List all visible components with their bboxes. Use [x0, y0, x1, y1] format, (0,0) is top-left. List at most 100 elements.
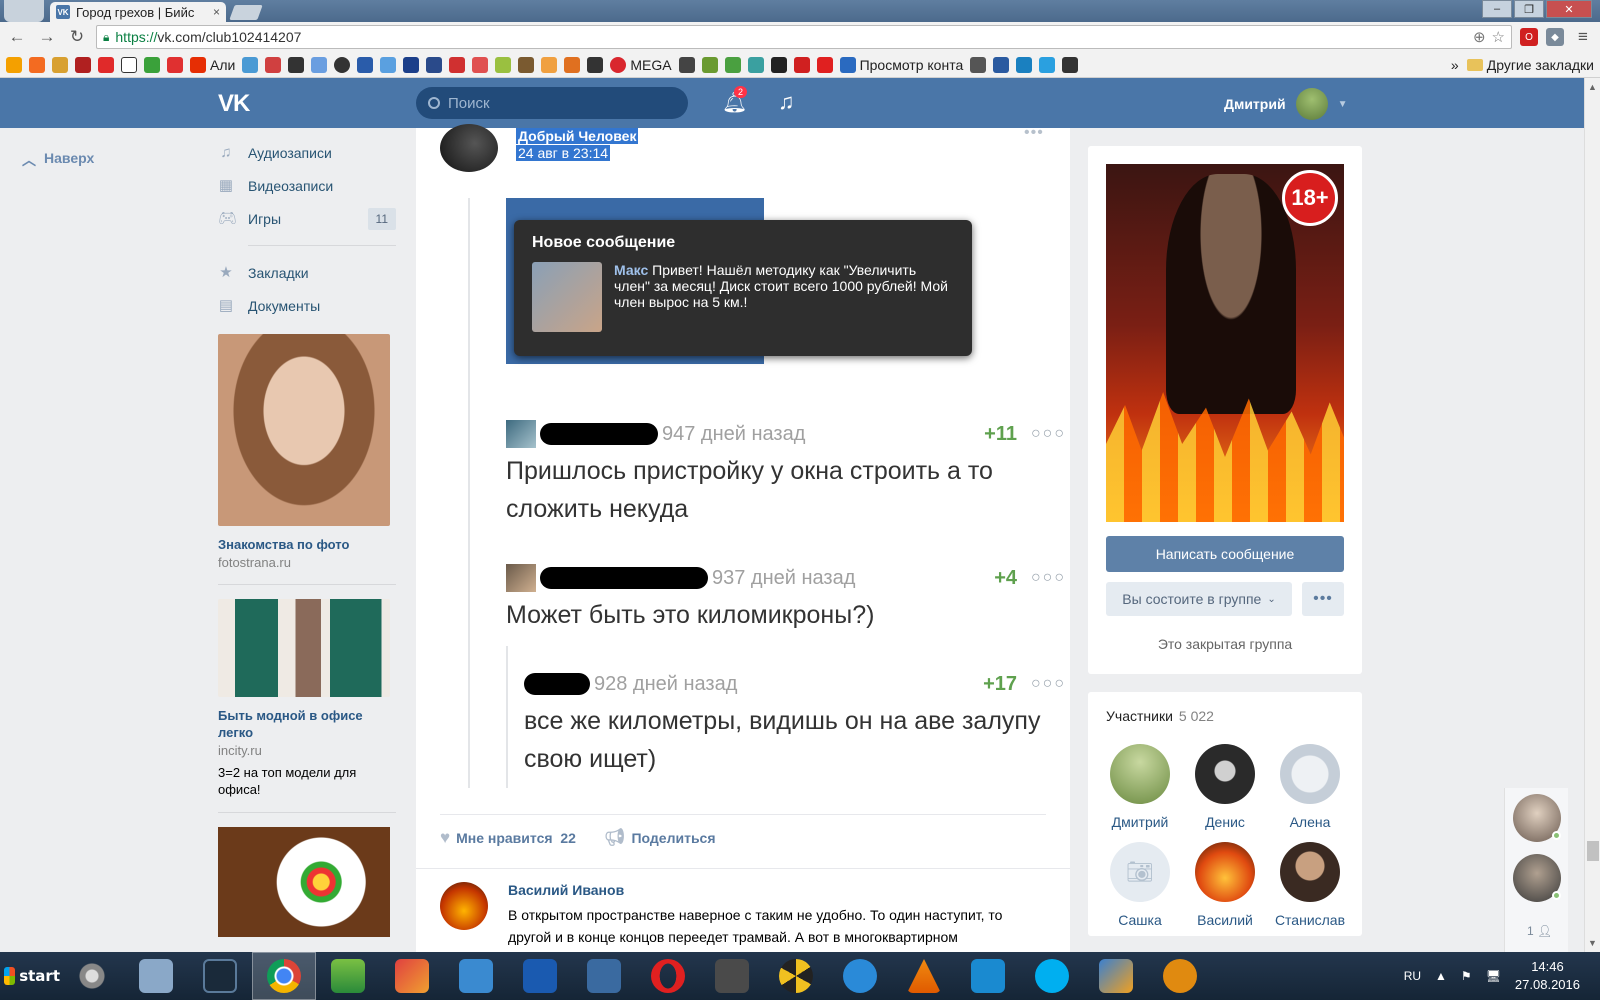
bookmark-icon[interactable] — [1016, 56, 1033, 73]
bookmark-star-icon[interactable]: ☆ — [1492, 28, 1505, 46]
language-indicator[interactable]: RU — [1404, 969, 1421, 983]
start-button[interactable]: start — [0, 956, 60, 996]
sidebar-item-video[interactable]: ▦ Видеозаписи — [218, 169, 396, 202]
taskbar-app[interactable] — [636, 952, 700, 1000]
taskbar-app[interactable] — [60, 952, 124, 1000]
bookmark-icon[interactable] — [357, 56, 374, 73]
taskbar-app[interactable] — [380, 952, 444, 1000]
bookmark-icon[interactable] — [167, 56, 183, 73]
bookmark-ali[interactable]: Али — [190, 56, 235, 73]
clock[interactable]: 14:46 27.08.2016 — [1515, 958, 1580, 994]
ad-image[interactable] — [218, 599, 390, 697]
bookmark-icon[interactable] — [541, 56, 558, 73]
chat-contact[interactable] — [1513, 794, 1561, 842]
share-button[interactable]: 📢︎ Поделиться — [604, 828, 716, 848]
ad-block[interactable]: Знакомства по фото fotostrana.ru — [218, 334, 396, 570]
maximize-button[interactable]: ❐ — [1514, 0, 1544, 18]
bookmark-icon[interactable] — [770, 56, 787, 73]
write-message-button[interactable]: Написать сообщение — [1106, 536, 1344, 572]
taskbar-app[interactable] — [508, 952, 572, 1000]
ad-block[interactable]: Быть модной в офисе легко incity.ru 3=2 … — [218, 599, 396, 798]
vk-logo[interactable]: VK — [218, 90, 250, 118]
bookmark-icon[interactable] — [121, 56, 137, 73]
bookmark-icon[interactable] — [518, 56, 535, 73]
ad-title[interactable]: Быть модной в офисе легко — [218, 707, 396, 741]
close-window-button[interactable]: ✕ — [1546, 0, 1592, 18]
taskbar-app[interactable] — [956, 952, 1020, 1000]
member-item[interactable]: Дмитрий — [1098, 744, 1182, 830]
bookmark-icon[interactable] — [793, 56, 810, 73]
profile-icon[interactable] — [4, 0, 44, 22]
back-icon[interactable]: ← — [6, 27, 28, 47]
bookmark-icon[interactable] — [98, 56, 114, 73]
members-header[interactable]: Участники 5 022 — [1106, 708, 1214, 724]
scrollbar-thumb[interactable] — [1587, 841, 1599, 861]
sidebar-item-games[interactable]: 🎮︎ Игры 11 — [218, 202, 396, 235]
new-tab-button[interactable] — [229, 5, 263, 20]
chat-contact[interactable] — [1513, 854, 1561, 902]
user-menu[interactable]: Дмитрий ▼ — [1224, 88, 1347, 120]
scroll-down-icon[interactable]: ▼ — [1588, 938, 1597, 948]
bookmark-icon[interactable] — [747, 56, 764, 73]
forward-icon[interactable]: → — [36, 27, 58, 47]
zoom-icon[interactable]: ⊕ — [1473, 28, 1486, 46]
network-icon[interactable]: 🖥︎ — [1486, 969, 1501, 983]
taskbar-app[interactable] — [124, 952, 188, 1000]
taskbar-app[interactable] — [764, 952, 828, 1000]
member-item[interactable]: 📷︎ Сашка — [1098, 842, 1182, 928]
bookmark-icon[interactable] — [587, 56, 604, 73]
post-menu-icon[interactable]: ••• — [1024, 124, 1044, 142]
tray-expand-icon[interactable]: ▲ — [1435, 969, 1447, 983]
bookmark-icon[interactable] — [701, 56, 718, 73]
bookmark-icon[interactable] — [970, 56, 987, 73]
bookmark-icon[interactable] — [334, 56, 351, 73]
reload-icon[interactable]: ↻ — [66, 27, 88, 47]
avatar[interactable] — [440, 882, 488, 930]
more-bookmarks-icon[interactable]: » — [1451, 57, 1459, 73]
taskbar-app[interactable] — [892, 952, 956, 1000]
scroll-to-top-link[interactable]: ︿ Наверх — [22, 150, 94, 170]
taskbar-app[interactable] — [1148, 952, 1212, 1000]
other-bookmarks[interactable]: Другие закладки — [1466, 57, 1594, 73]
taskbar-app[interactable] — [572, 952, 636, 1000]
bookmark-contacts[interactable]: Просмотр конта — [839, 56, 963, 73]
taskbar-app[interactable] — [1020, 952, 1084, 1000]
online-friends-count[interactable]: 1 👤︎ — [1527, 924, 1552, 938]
post-image[interactable]: Новое сообщение Макс Привет! Нашёл метод… — [468, 198, 1068, 788]
more-actions-button[interactable]: ••• — [1302, 582, 1344, 616]
page-scrollbar[interactable]: ▲ ▼ — [1584, 78, 1600, 952]
bookmark-icon[interactable] — [816, 56, 833, 73]
taskbar-app[interactable] — [828, 952, 892, 1000]
bookmark-icon[interactable] — [288, 56, 305, 73]
sidebar-item-documents[interactable]: ▤ Документы — [218, 289, 396, 322]
bookmark-icon[interactable] — [6, 56, 22, 73]
bookmark-icon[interactable] — [52, 56, 68, 73]
bookmark-icon[interactable] — [265, 56, 282, 73]
minimize-button[interactable]: – — [1482, 0, 1512, 18]
bookmark-icon[interactable] — [380, 56, 397, 73]
sidebar-item-bookmarks[interactable]: ★ Закладки — [218, 256, 396, 289]
bookmark-icon[interactable] — [449, 56, 466, 73]
comment-author[interactable]: Василий Иванов — [508, 882, 624, 898]
opera-extension-icon[interactable]: O — [1520, 28, 1538, 46]
ad-image[interactable] — [218, 334, 390, 526]
member-item[interactable]: Станислав — [1268, 842, 1352, 928]
search-input[interactable]: Поиск — [416, 87, 688, 119]
avatar[interactable] — [440, 124, 498, 172]
taskbar-app[interactable] — [188, 952, 252, 1000]
membership-button[interactable]: Вы состоите в группе ⌄ — [1106, 582, 1292, 616]
url-input[interactable]: 🔒︎ https://vk.com/club102414207 ⊕ ☆ — [96, 25, 1512, 49]
taskbar-app[interactable] — [700, 952, 764, 1000]
bookmark-icon[interactable] — [426, 56, 443, 73]
taskbar-app[interactable] — [444, 952, 508, 1000]
notifications-bell-icon[interactable]: 🔔︎ 2 — [722, 86, 747, 115]
bookmark-icon[interactable] — [993, 56, 1010, 73]
scroll-up-icon[interactable]: ▲ — [1588, 82, 1597, 92]
member-item[interactable]: Алена — [1268, 744, 1352, 830]
taskbar-app-chrome[interactable] — [252, 952, 316, 1000]
bookmark-icon[interactable] — [678, 56, 695, 73]
bookmark-icon[interactable] — [472, 56, 489, 73]
bookmark-icon[interactable] — [29, 56, 45, 73]
bookmark-icon[interactable] — [1062, 56, 1079, 73]
bookmark-icon[interactable] — [564, 56, 581, 73]
